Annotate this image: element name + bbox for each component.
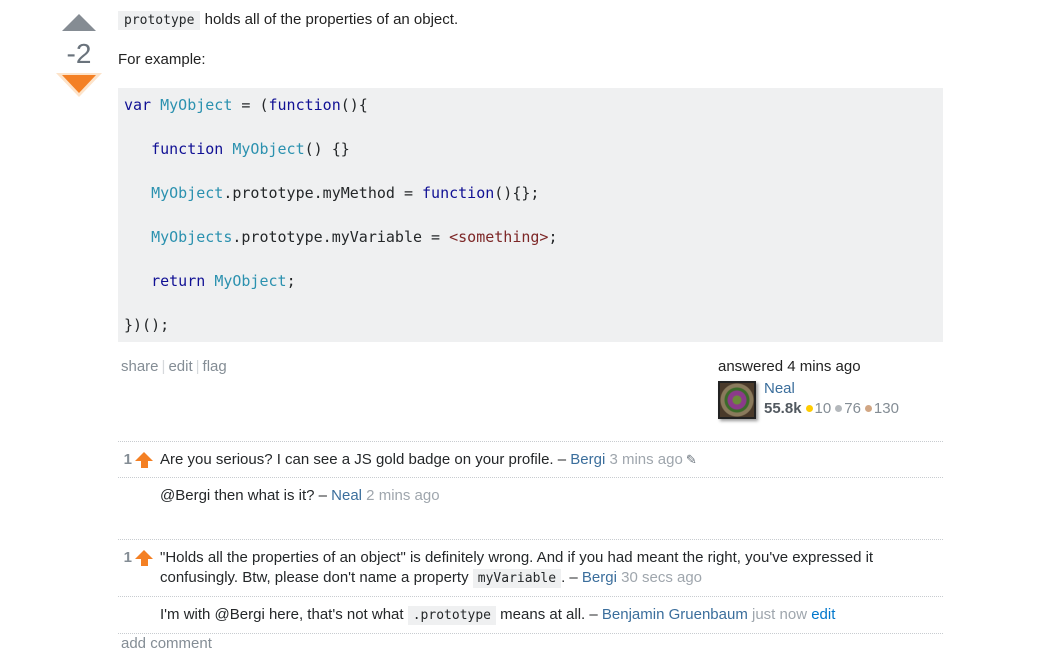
code-line: function MyObject() {} [124, 138, 937, 182]
comment-score: 1 [123, 451, 132, 468]
code-token: function [268, 96, 341, 114]
user-signature: answered 4 mins ago Neal 55.8k 10 76 130 [718, 358, 948, 419]
edit-link[interactable]: edit [168, 358, 192, 375]
bronze-badge-count: 130 [873, 400, 899, 417]
comment-text: means at all. – [496, 606, 602, 623]
comment: I'm with @Bergi here, that's not what .p… [118, 597, 943, 634]
code-token: () {} [304, 140, 350, 158]
code-token: .prototype.myVariable = [232, 228, 450, 246]
code-token: .prototype.myMethod = [223, 184, 423, 202]
add-comment-link[interactable]: add comment [121, 635, 212, 652]
user-name-link[interactable]: Neal [764, 380, 795, 397]
code-block: var MyObject = (function(){ function MyO… [118, 88, 943, 342]
code-token: <something> [449, 228, 549, 246]
downvote-arrow-icon [62, 75, 96, 93]
silver-badge-count: 76 [844, 400, 861, 417]
code-token: MyObject [232, 140, 305, 158]
comment-text: I'm with @Bergi here, that's not what [160, 606, 408, 623]
code-line: MyObject.prototype.myMethod = function()… [124, 182, 937, 226]
code-token: function [151, 140, 233, 158]
code-token: var [124, 96, 161, 114]
code-token: (){ [340, 96, 368, 114]
comment-text: . – [561, 569, 582, 586]
comment-score: 1 [123, 549, 132, 566]
code-token: MyObject [160, 96, 233, 114]
flag-link[interactable]: flag [203, 358, 227, 375]
bronze-badge-icon [864, 405, 872, 413]
code-token: MyObject [151, 184, 224, 202]
comment: @Bergi then what is it? – Neal 2 mins ag… [118, 478, 943, 540]
comment-user-link[interactable]: Bergi [582, 569, 617, 586]
paragraph-text: holds all of the properties of an object… [200, 11, 459, 28]
separator: | [161, 358, 166, 375]
code-token: ; [286, 272, 296, 290]
code-token: ; [548, 228, 558, 246]
comments-list: 1 Are you serious? I can see a JS gold b… [118, 441, 943, 634]
code-token: MyObject [214, 272, 287, 290]
comment-date: 3 mins ago [605, 451, 683, 468]
comment-text: @Bergi then what is it? – [160, 487, 332, 504]
comment: 1 Are you serious? I can see a JS gold b… [118, 442, 943, 478]
post-menu: share | edit | flag [121, 358, 227, 375]
pencil-edited-icon: ✎ [685, 452, 697, 467]
gold-badge-count: 10 [814, 400, 832, 417]
silver-badge-icon [835, 405, 843, 413]
code-line: MyObjects.prototype.myVariable = <someth… [124, 226, 937, 270]
vote-cell: -2 [55, 14, 103, 101]
post-body: prototype holds all of the properties of… [118, 8, 943, 342]
inline-code: prototype [118, 11, 201, 30]
comment: 1 "Holds all the properties of an object… [118, 540, 943, 597]
comment-date: 2 mins ago [362, 487, 440, 504]
comment-date: 30 secs ago [616, 569, 703, 586]
post-paragraph-2: For example: [118, 51, 206, 68]
comment-date: just now [747, 606, 812, 623]
user-avatar[interactable] [718, 381, 756, 419]
separator: | [195, 358, 200, 375]
comment-text: Are you serious? I can see a JS gold bad… [160, 451, 571, 468]
comment-user-link[interactable]: Bergi [570, 451, 605, 468]
answered-time[interactable]: answered 4 mins ago [718, 358, 948, 375]
comment-edit-link[interactable]: edit [811, 606, 835, 623]
code-token: })(); [124, 316, 170, 334]
share-link[interactable]: share [121, 358, 159, 375]
upvote-button[interactable] [62, 14, 96, 31]
comment-inline-code: .prototype [407, 606, 497, 625]
gold-badge-icon [805, 405, 813, 413]
downvote-button[interactable] [55, 73, 103, 101]
post-paragraph-1: prototype holds all of the properties of… [118, 8, 943, 32]
comment-user-link[interactable]: Neal [331, 487, 362, 504]
comment-user-link[interactable]: Benjamin Gruenbaum [602, 606, 748, 623]
code-token: return [151, 272, 215, 290]
code-token: (){}; [494, 184, 540, 202]
code-token: MyObjects [151, 228, 233, 246]
code-token: = ( [232, 96, 269, 114]
code-line: var MyObject = (function(){ [124, 94, 937, 138]
code-line: })(); [124, 314, 937, 338]
code-token: function [422, 184, 495, 202]
comment-inline-code: myVariable [472, 569, 562, 588]
reputation-score: 55.8k [764, 400, 802, 417]
code-line: return MyObject; [124, 270, 937, 314]
vote-count: -2 [66, 38, 92, 69]
